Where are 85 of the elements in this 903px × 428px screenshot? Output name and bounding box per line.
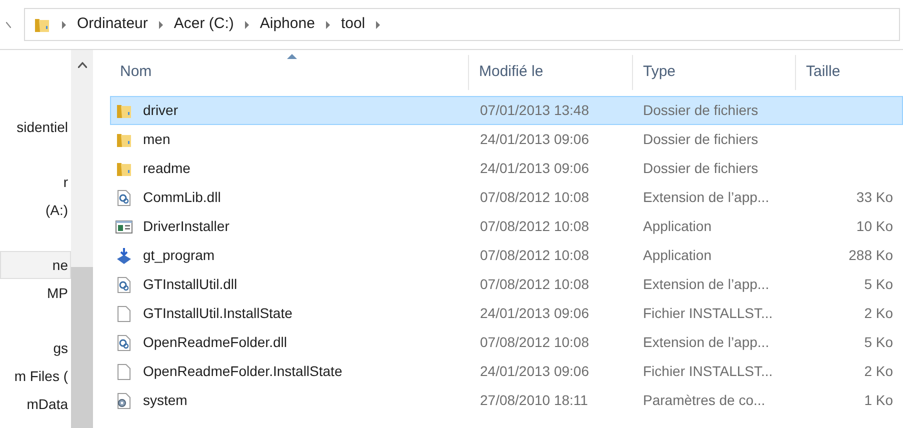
nav-item[interactable]: r [0, 168, 71, 196]
chevron-right-icon [375, 20, 382, 28]
nav-item[interactable]: (A:) [0, 196, 71, 224]
file-type: Extension de l’app... [642, 188, 770, 207]
sort-caret-icon [287, 54, 297, 59]
chevron-right-icon [61, 20, 67, 28]
settings-file-icon [115, 392, 133, 410]
breadcrumb-item[interactable]: Aiphone [260, 13, 315, 36]
file-type: Application [642, 217, 712, 236]
nav-item[interactable]: m Files ( [0, 362, 71, 390]
modified-date: 24/01/2013 09:06 [479, 159, 590, 178]
file-size: 5 Ko [864, 333, 893, 352]
file-type: Dossier de fichiers [642, 101, 760, 120]
file-name: GTInstallUtil.InstallState [143, 304, 292, 323]
file-name: CommLib.dll [143, 188, 221, 207]
file-size: 2 Ko [864, 304, 893, 323]
nav-item[interactable]: ne [0, 251, 71, 279]
modified-date: 24/01/2013 09:06 [479, 304, 590, 323]
file-name: OpenReadmeFolder.InstallState [143, 362, 342, 381]
breadcrumb-item[interactable]: tool [340, 13, 366, 36]
scrollbar-thumb[interactable] [71, 267, 93, 428]
file-type: Extension de l’app... [642, 333, 770, 352]
file-size: 5 Ko [864, 275, 893, 294]
file-name: DriverInstaller [143, 217, 230, 236]
address-bar[interactable]: Ordinateur Acer (C:) Aiphone tool [24, 8, 900, 41]
file-row[interactable]: gt_program 07/08/2012 10:08 Application 288 Ko [110, 241, 903, 270]
column-header[interactable]: Type [633, 55, 796, 90]
modified-date: 07/08/2012 10:08 [479, 275, 590, 294]
file-name: men [143, 130, 170, 149]
file-row[interactable]: driver 07/01/2013 13:48 Dossier de fichiers [110, 96, 903, 125]
column-header[interactable]: Modifié le [469, 55, 633, 90]
blank-file-icon [115, 304, 133, 322]
file-size: 1 Ko [864, 391, 893, 410]
modified-date: 07/08/2012 10:08 [479, 217, 590, 236]
file-row[interactable]: GTInstallUtil.InstallState 24/01/2013 09:06 Fichier INSTALLST... 2 Ko [110, 299, 903, 328]
file-name: system [143, 391, 188, 410]
file-size: 2 Ko [864, 362, 893, 381]
column-header[interactable]: Nom [110, 55, 469, 90]
file-type: Application [642, 246, 712, 265]
file-name: gt_program [143, 246, 215, 265]
file-name: driver [143, 101, 178, 120]
file-row[interactable]: OpenReadmeFolder.InstallState 24/01/2013 09:06 Fichier INSTALLST... 2 Ko [110, 357, 903, 386]
blank-file-icon [115, 362, 133, 380]
nav-item[interactable]: mData [0, 390, 71, 418]
file-type: Paramètres de co... [642, 391, 766, 410]
gear-file-icon [115, 334, 133, 352]
file-row[interactable]: men 24/01/2013 09:06 Dossier de fichiers [110, 125, 903, 154]
file-type: Dossier de fichiers [642, 130, 760, 149]
modified-date: 07/08/2012 10:08 [479, 333, 590, 352]
breadcrumb-item[interactable]: Acer (C:) [174, 13, 234, 36]
download-box-icon [115, 246, 133, 264]
file-row[interactable]: GTInstallUtil.dll 07/08/2012 10:08 Extension de l’app... 5 Ko [110, 270, 903, 299]
file-size: 288 Ko [848, 246, 893, 265]
file-row[interactable]: OpenReadmeFolder.dll 07/08/2012 10:08 Extension de l’app... 5 Ko [110, 328, 903, 357]
file-size: 10 Ko [856, 217, 893, 236]
file-row[interactable]: CommLib.dll 07/08/2012 10:08 Extension de l’app... 33 Ko [110, 183, 903, 212]
nav-item[interactable]: gs [0, 334, 71, 362]
modified-date: 24/01/2013 09:06 [479, 362, 590, 381]
modified-date: 24/01/2013 09:06 [479, 130, 590, 149]
application-window-icon [115, 218, 133, 236]
file-name: OpenReadmeFolder.dll [143, 333, 287, 352]
chevron-right-icon [324, 20, 331, 28]
file-row[interactable]: readme 24/01/2013 09:06 Dossier de fichiers [110, 154, 903, 183]
breadcrumb-item[interactable]: Ordinateur [77, 13, 148, 36]
nav-item[interactable]: sidentiel [0, 113, 71, 141]
scrollbar[interactable] [71, 50, 93, 428]
file-type: Fichier INSTALLST... [642, 304, 774, 323]
modified-date: 07/08/2012 10:08 [479, 188, 590, 207]
gear-file-icon [115, 188, 133, 206]
gear-file-icon [115, 276, 133, 294]
file-size: 33 Ko [856, 188, 893, 207]
file-name: GTInstallUtil.dll [143, 275, 238, 294]
file-type: Dossier de fichiers [642, 159, 760, 178]
nav-item[interactable]: MP [0, 279, 71, 307]
file-row[interactable]: system 27/08/2010 18:11 Paramètres de co... 1 Ko [110, 386, 903, 415]
chevron-right-icon [244, 20, 250, 28]
modified-date: 27/08/2010 18:11 [479, 391, 589, 410]
file-type: Fichier INSTALLST... [642, 362, 774, 381]
file-type: Extension de l’app... [642, 275, 770, 294]
column-header[interactable]: Taille [796, 55, 895, 90]
modified-date: 07/08/2012 10:08 [479, 246, 590, 265]
modified-date: 07/01/2013 13:48 [479, 101, 590, 120]
file-row[interactable]: DriverInstaller 07/08/2012 10:08 Application 10 Ko [110, 212, 903, 241]
file-name: readme [143, 159, 190, 178]
chevron-right-icon [158, 20, 164, 28]
